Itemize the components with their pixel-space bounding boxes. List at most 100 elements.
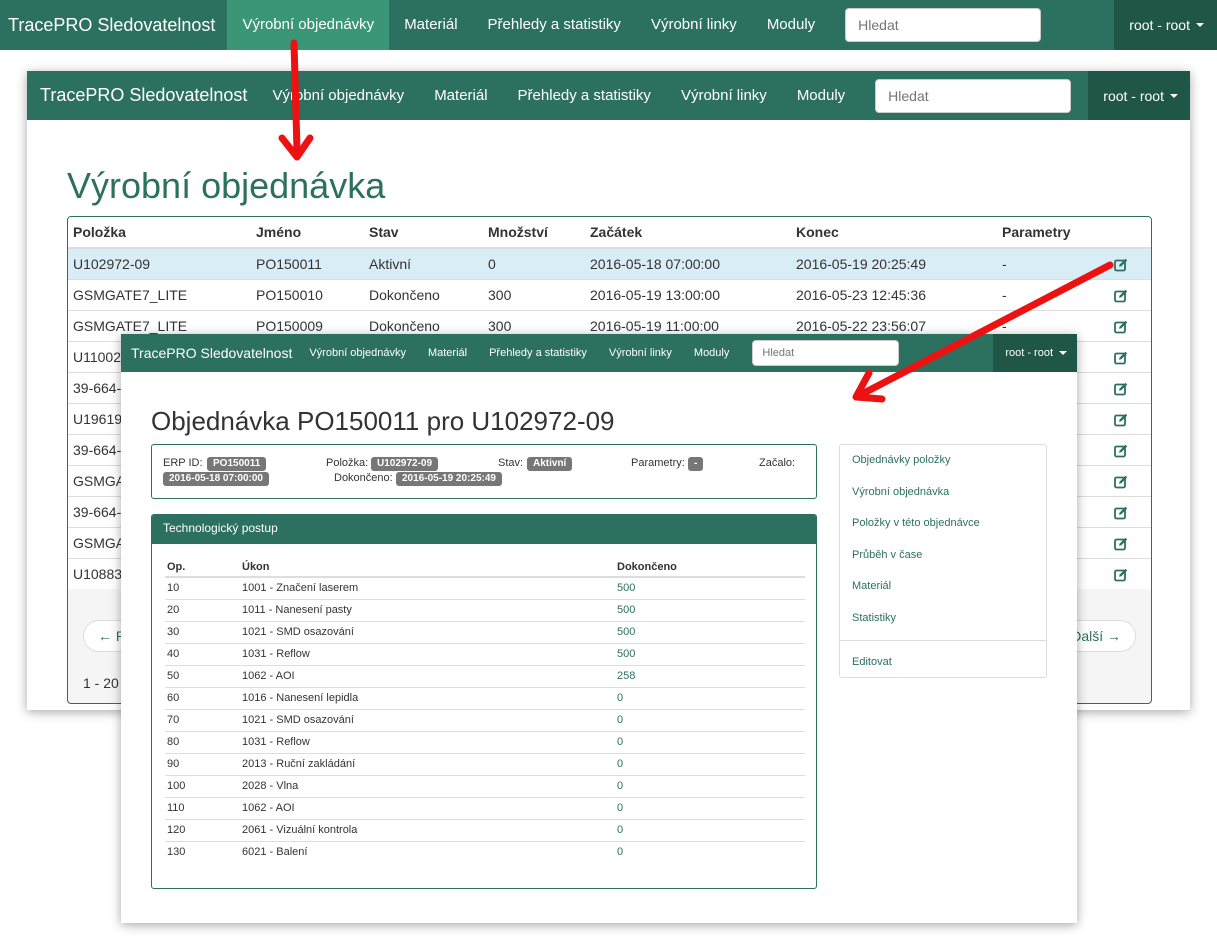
user-menu[interactable]: root - root (993, 334, 1077, 372)
search-input[interactable] (875, 78, 1072, 113)
table-cell: 2016-05-18 07:00:00 (585, 247, 791, 279)
column-header: Konec (791, 217, 997, 249)
edit-icon[interactable] (1114, 351, 1128, 365)
table-cell: Dokončeno (364, 278, 483, 310)
started-label: Začalo: (759, 457, 796, 469)
completed-count-link[interactable]: 500 (615, 598, 805, 621)
nav-item-production-orders[interactable]: Výrobní objednávky (227, 0, 390, 50)
side-item-material[interactable]: Materiál (852, 580, 891, 592)
table-cell: 2013 - Ruční zakládání (240, 752, 615, 775)
table-cell: 0 (483, 247, 585, 279)
side-item-production-order[interactable]: Výrobní objednávka (852, 486, 949, 498)
table-cell: 20 (165, 598, 240, 621)
brand-logo[interactable]: TracePRO Sledovatelnost (121, 345, 298, 361)
table-cell: 1062 - AOI (240, 796, 615, 819)
edit-icon[interactable] (1114, 444, 1128, 458)
finished-label: Dokončeno: (334, 472, 393, 484)
completed-count-link[interactable]: 0 (615, 840, 805, 863)
row-actions (1109, 495, 1151, 527)
table-cell: 300 (483, 278, 585, 310)
table-cell: 40 (165, 642, 240, 665)
table-cell: GSMGATE7_LITE (68, 278, 251, 310)
completed-count-link[interactable]: 258 (615, 664, 805, 687)
completed-count-link[interactable]: 500 (615, 576, 805, 599)
edit-icon[interactable] (1114, 320, 1128, 334)
edit-icon[interactable] (1114, 506, 1128, 520)
nav-item-reports[interactable]: Přehledy a statistiky (478, 347, 598, 359)
nav-item-production-orders[interactable]: Výrobní objednávky (257, 87, 419, 104)
completed-count-link[interactable]: 0 (615, 796, 805, 819)
side-item-order-items[interactable]: Položky v této objednávce (852, 517, 980, 529)
edit-icon[interactable] (1114, 289, 1128, 303)
params-badge: - (688, 457, 704, 471)
table-cell: 6021 - Balení (240, 840, 615, 863)
table-cell: 1011 - Nanesení pasty (240, 598, 615, 621)
nav-item-modules[interactable]: Moduly (782, 87, 860, 104)
completed-count-link[interactable]: 0 (615, 818, 805, 841)
nav-item-modules[interactable]: Moduly (752, 0, 830, 50)
params-label: Parametry: (631, 457, 685, 469)
table-row: 20 1011 - Nanesení pasty 500 (165, 598, 805, 621)
side-item-statistics[interactable]: Statistiky (852, 612, 896, 624)
order-detail-screenshot: TracePRO Sledovatelnost Výrobní objednáv… (121, 334, 1077, 923)
nav-item-production-orders[interactable]: Výrobní objednávky (298, 347, 417, 359)
side-item-timeline[interactable]: Průběh v čase (852, 549, 922, 561)
user-name: root - root (1103, 87, 1164, 104)
table-row[interactable]: GSMGATE7_LITE PO150010 Dokončeno 300 2016-05… (68, 278, 1151, 310)
nav-item-production-lines[interactable]: Výrobní linky (636, 0, 752, 50)
edit-icon[interactable] (1114, 382, 1128, 396)
completed-count-link[interactable]: 0 (615, 708, 805, 731)
table-row: 90 2013 - Ruční zakládání 0 (165, 752, 805, 775)
edit-icon[interactable] (1114, 475, 1128, 489)
nav-item-material[interactable]: Materiál (389, 0, 472, 50)
side-menu: Objednávky položky Výrobní objednávka Po… (839, 444, 1047, 678)
column-header: Jméno (251, 217, 364, 249)
completed-count-link[interactable]: 0 (615, 686, 805, 709)
table-cell: - (997, 247, 1109, 279)
search-input[interactable] (845, 8, 1042, 42)
nav-item-production-lines[interactable]: Výrobní linky (598, 347, 683, 359)
search-input[interactable] (752, 340, 900, 366)
started-badge: 2016-05-18 07:00:00 (163, 472, 269, 486)
completed-count-link[interactable]: 500 (615, 620, 805, 643)
table-cell: 80 (165, 730, 240, 753)
table-cell: 1016 - Nanesení lepidla (240, 686, 615, 709)
table-row: 30 1021 - SMD osazování 500 (165, 620, 805, 643)
brand-logo[interactable]: TracePRO Sledovatelnost (27, 85, 257, 106)
edit-icon[interactable] (1114, 258, 1128, 272)
completed-count-link[interactable]: 0 (615, 774, 805, 797)
edit-icon[interactable] (1114, 413, 1128, 427)
table-row[interactable]: U102972-09 PO150011 Aktivní 0 2016-05-18 07:… (68, 247, 1151, 279)
table-header-row: Op. Úkon Dokončeno (165, 557, 805, 578)
side-item-item-orders[interactable]: Objednávky položky (852, 454, 950, 466)
row-actions (1109, 371, 1151, 403)
edit-icon[interactable] (1114, 537, 1128, 551)
nav-item-production-lines[interactable]: Výrobní linky (666, 87, 782, 104)
nav-item-material[interactable]: Materiál (419, 87, 502, 104)
table-cell: Aktivní (364, 247, 483, 279)
user-menu[interactable]: root - root (1088, 71, 1190, 120)
user-menu[interactable]: root - root (1114, 0, 1217, 50)
table-row: 130 6021 - Balení 0 (165, 840, 805, 863)
table-row: 60 1016 - Nanesení lepidla 0 (165, 686, 805, 709)
nav-item-reports[interactable]: Přehledy a statistiky (473, 0, 636, 50)
brand-logo[interactable]: TracePRO Sledovatelnost (0, 15, 227, 36)
nav-item-reports[interactable]: Přehledy a statistiky (503, 87, 666, 104)
completed-count-link[interactable]: 0 (615, 730, 805, 753)
table-cell: PO150011 (251, 247, 364, 279)
side-item-edit[interactable]: Editovat (852, 656, 892, 668)
table-row: 40 1031 - Reflow 500 (165, 642, 805, 665)
edit-icon[interactable] (1114, 568, 1128, 582)
nav-item-material[interactable]: Materiál (417, 347, 478, 359)
table-row: 120 2061 - Vizuální kontrola 0 (165, 818, 805, 841)
item-badge: U102972-09 (371, 457, 439, 471)
table-cell: 100 (165, 774, 240, 797)
table-cell: 120 (165, 818, 240, 841)
table-row: 10 1001 - Značení laserem 500 (165, 576, 805, 599)
row-actions (1109, 278, 1151, 310)
nav-item-modules[interactable]: Moduly (683, 347, 740, 359)
table-cell: 110 (165, 796, 240, 819)
row-actions (1109, 526, 1151, 558)
completed-count-link[interactable]: 500 (615, 642, 805, 665)
completed-count-link[interactable]: 0 (615, 752, 805, 775)
